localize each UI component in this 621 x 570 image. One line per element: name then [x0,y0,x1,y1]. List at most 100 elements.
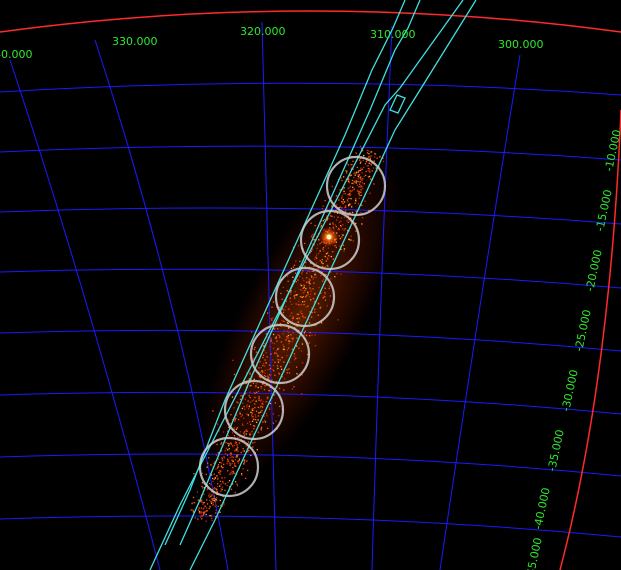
photon-dot [220,489,222,491]
photon-dot [243,461,246,463]
lon-label: 300.000 [498,38,544,51]
photon-dot [212,499,214,502]
photon-dot [212,502,214,504]
photon-dot [241,414,243,416]
photon-dot [370,164,372,166]
photon-dot [273,370,275,372]
photon-dot [347,221,349,223]
photon-dot [253,409,255,412]
photon-dot [376,157,378,159]
sky-map-view[interactable]: 40.000 330.000 320.000 310.000 300.000 -… [0,0,621,570]
photon-dot [300,310,302,312]
photon-dot [353,176,355,179]
photon-dot [327,265,329,267]
photon-dot [296,366,298,368]
photon-dot [356,166,359,169]
photon-dot [260,371,262,373]
photon-dot [216,443,218,446]
photon-dot [347,180,350,183]
photon-dot [220,443,222,445]
photon-dot [217,483,219,485]
photon-dot [312,233,314,235]
photon-dot [224,477,226,479]
photon-dot [356,180,358,182]
photon-dot [198,507,200,509]
photon-dot [294,297,296,299]
photon-dot [291,388,293,390]
photon-dot [212,504,214,506]
photon-dot [357,203,360,205]
photon-dot [243,417,245,419]
photon-dot [300,304,302,306]
photon-dot [233,472,235,474]
photon-dot [275,420,277,422]
photon-dot [336,272,338,275]
photon-dot [239,413,241,415]
photon-dot [237,462,239,464]
photon-dot [274,374,276,376]
photon-dot [233,373,236,376]
photon-dot [288,343,290,345]
photon-dot [301,343,304,345]
photon-dot [230,414,232,416]
photon-dot [267,427,269,429]
photon-dot [219,480,222,482]
photon-dot [253,428,255,430]
photon-dot [224,489,226,491]
photon-dot [342,201,344,203]
photon-dot [309,271,311,273]
photon-dot [284,305,287,308]
photon-dot [326,252,329,254]
photon-dot [292,276,294,278]
photon-dot [237,418,240,421]
photon-dot [319,260,321,262]
photon-dot [303,334,306,336]
photon-dot [355,182,357,184]
photon-dot [359,159,361,161]
photon-dot [317,268,320,270]
photon-dot [220,465,223,467]
photon-dot [225,442,227,444]
photon-dot [301,284,303,287]
photon-dot [262,371,264,373]
photon-dot [281,356,284,359]
photon-dot [323,278,325,280]
photon-dot [241,423,244,425]
photon-dot [289,300,292,303]
photon-dot [327,258,329,260]
photon-dot [315,256,317,258]
photon-dot [254,403,256,405]
photon-dot [267,312,269,314]
photon-dot [214,505,216,508]
photon-dot [353,172,355,175]
photon-dot [254,346,256,349]
photon-dot [314,258,316,260]
photon-dot [293,355,296,357]
photon-dot [285,339,287,341]
photon-dot [239,398,242,400]
photon-dot [251,400,253,402]
photon-dot [270,339,272,341]
photon-dot [341,236,343,238]
photon-dot [251,430,253,433]
photon-dot [302,287,304,290]
photon-dot [321,259,323,261]
photon-dot [337,216,339,218]
photon-dot [302,296,305,298]
photon-dot [244,398,246,400]
photon-dot [209,482,211,485]
photon-dot [360,212,362,214]
photon-dot [227,449,229,451]
photon-dot [312,288,314,290]
photon-dot [228,443,230,445]
photon-dot [356,184,359,186]
photon-dot [223,463,225,465]
photon-dot [363,183,365,185]
photon-dot [286,372,288,374]
photon-dot [299,260,301,262]
photon-dot [324,218,326,221]
photon-dot [343,216,346,219]
photon-dot [309,332,311,334]
photon-dot [252,408,254,410]
photon-dot [222,431,225,433]
